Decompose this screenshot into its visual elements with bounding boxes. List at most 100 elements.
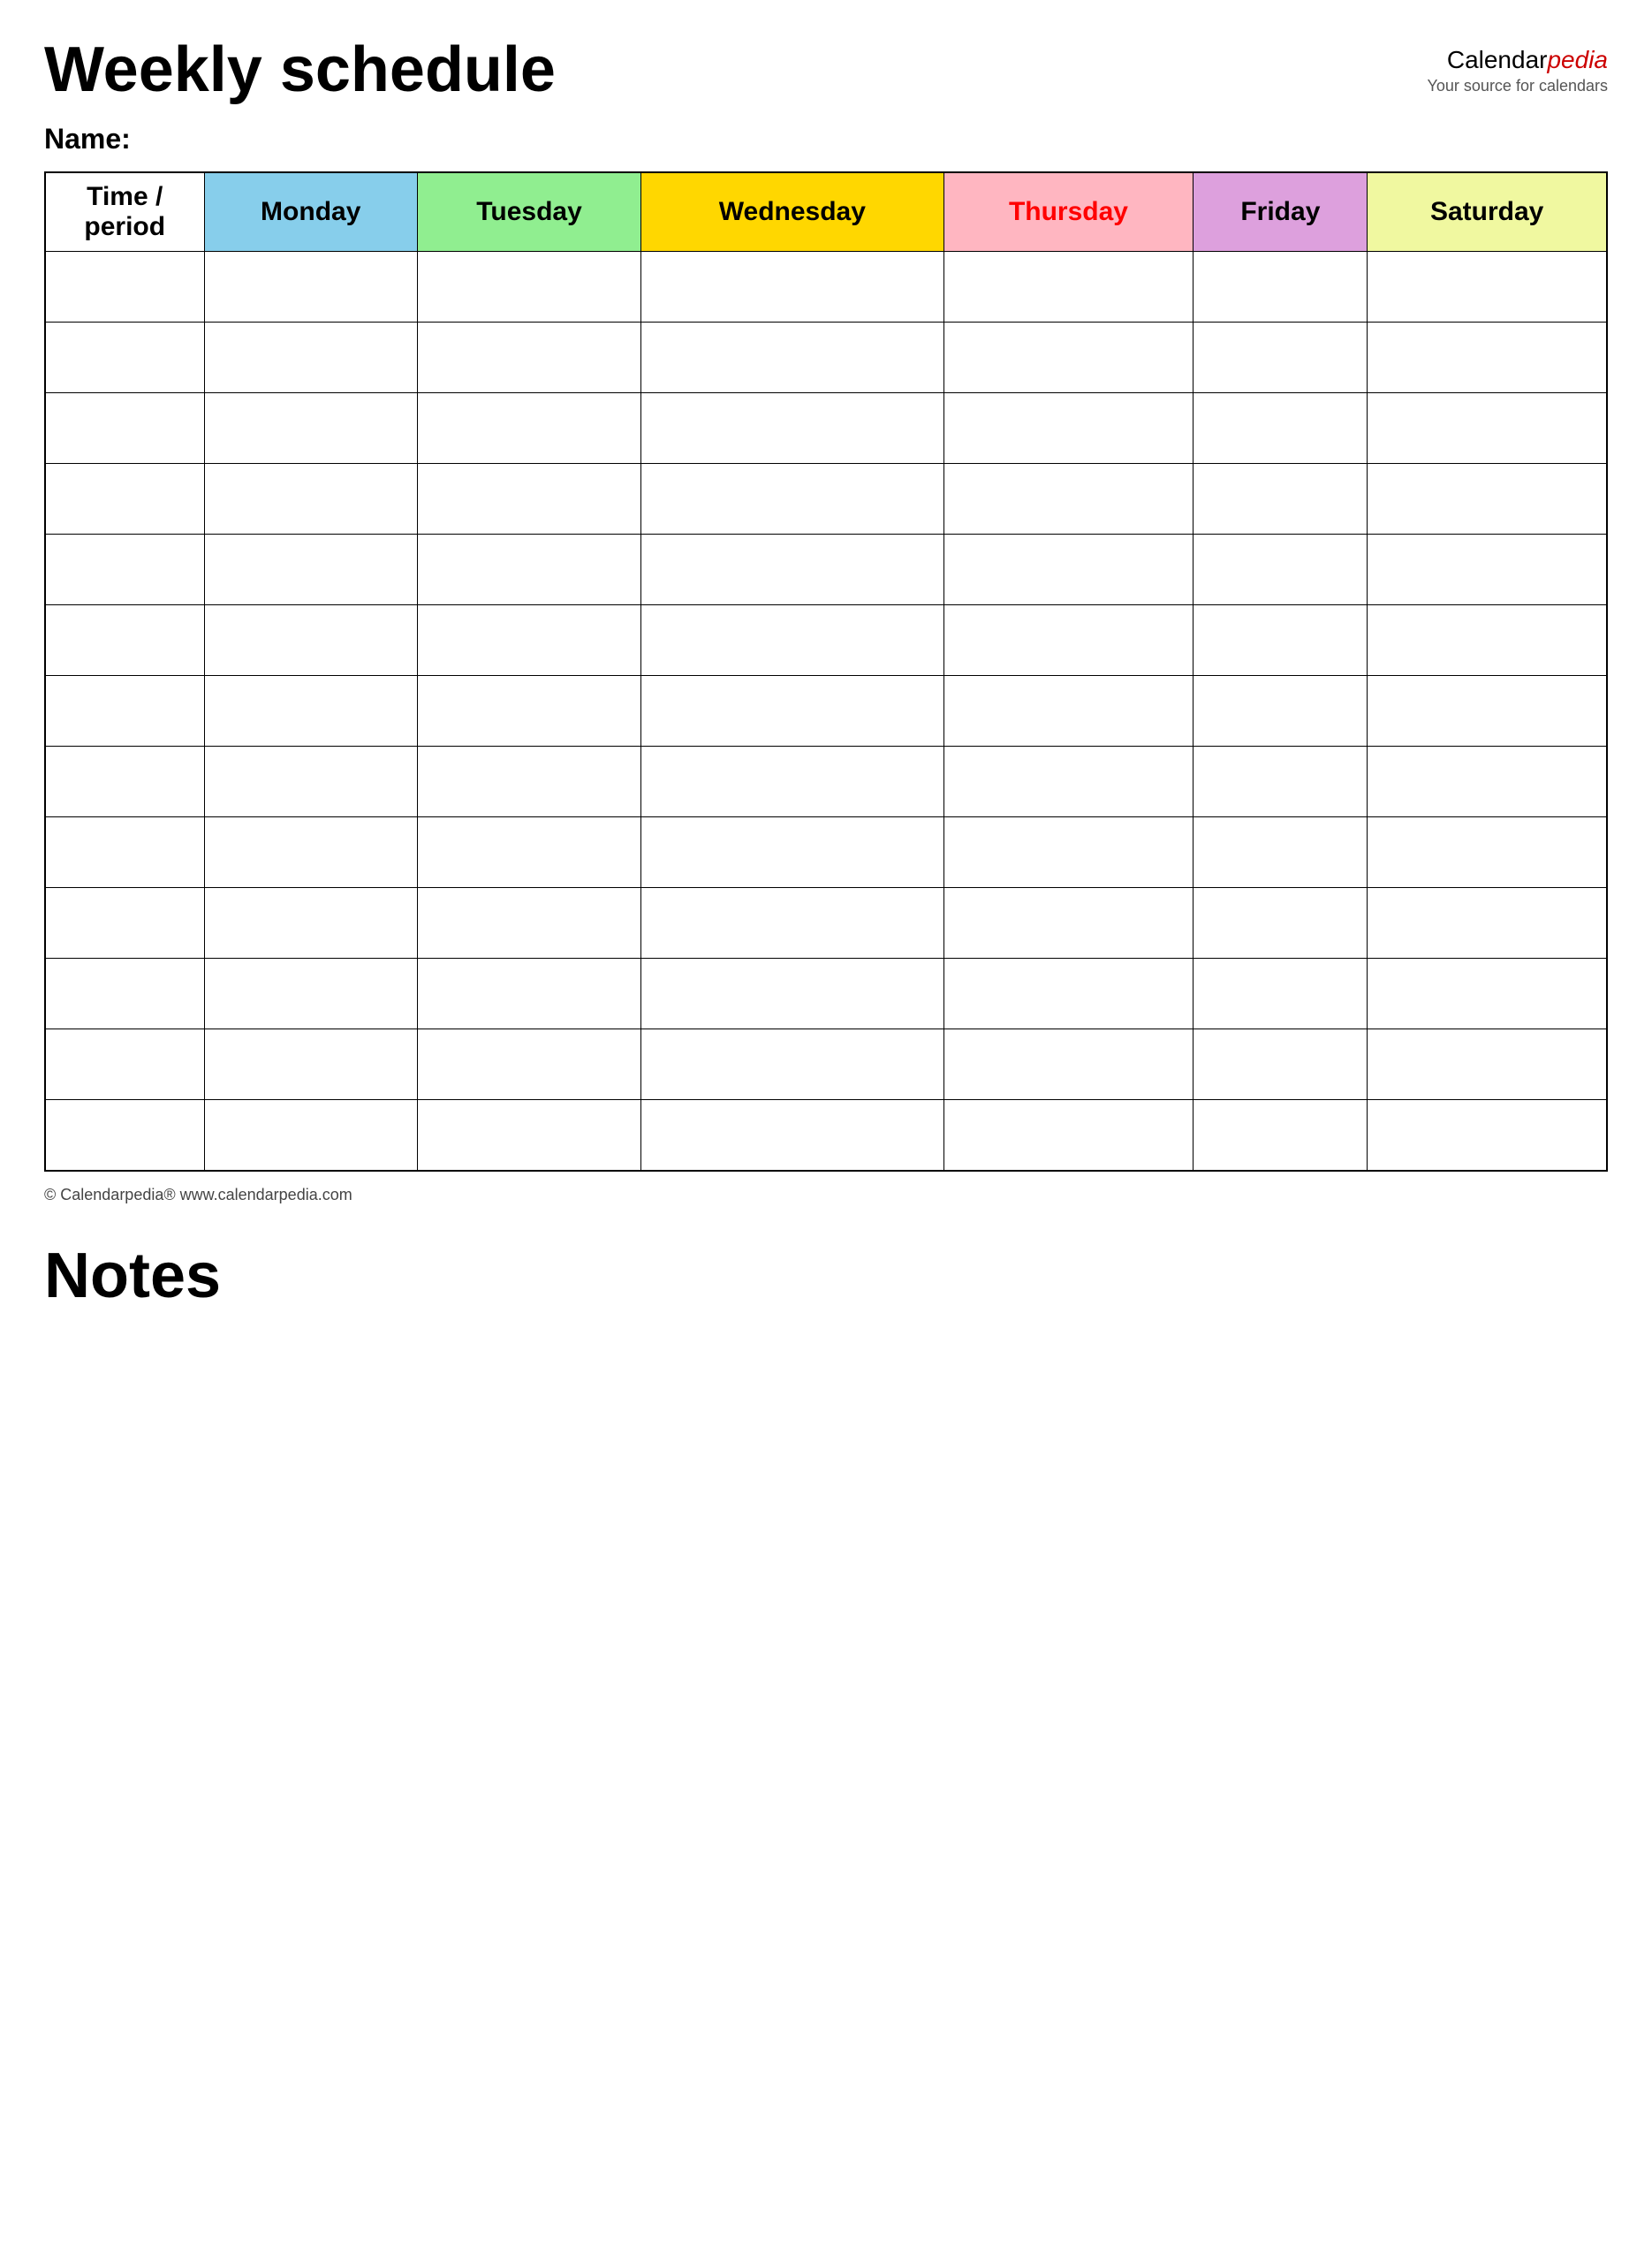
table-cell[interactable] [1368,252,1607,323]
copyright-text: © Calendarpedia® www.calendarpedia.com [44,1186,1608,1204]
table-cell[interactable] [1368,605,1607,676]
table-cell[interactable] [45,676,204,747]
table-cell[interactable] [1194,1100,1368,1171]
table-cell[interactable] [943,888,1194,959]
table-cell[interactable] [943,1100,1194,1171]
col-header-wednesday: Wednesday [641,172,943,252]
table-cell[interactable] [1368,676,1607,747]
table-cell[interactable] [204,535,417,605]
table-cell[interactable] [1194,605,1368,676]
table-cell[interactable] [641,817,943,888]
table-cell[interactable] [641,464,943,535]
table-cell[interactable] [641,323,943,393]
table-cell[interactable] [1368,464,1607,535]
table-cell[interactable] [417,817,640,888]
table-cell[interactable] [204,959,417,1029]
table-cell[interactable] [45,1100,204,1171]
table-cell[interactable] [641,393,943,464]
table-cell[interactable] [45,959,204,1029]
table-cell[interactable] [45,252,204,323]
table-cell[interactable] [1368,817,1607,888]
table-cell[interactable] [641,747,943,817]
brand-calendar: Calendar [1447,46,1548,73]
brand-tagline: Your source for calendars [1428,76,1608,96]
table-cell[interactable] [1194,464,1368,535]
table-cell[interactable] [45,464,204,535]
table-cell[interactable] [641,959,943,1029]
table-cell[interactable] [204,464,417,535]
table-cell[interactable] [1194,817,1368,888]
table-cell[interactable] [943,747,1194,817]
col-header-time: Time / period [45,172,204,252]
table-cell[interactable] [417,676,640,747]
table-cell[interactable] [1194,1029,1368,1100]
table-cell[interactable] [45,535,204,605]
table-cell[interactable] [417,535,640,605]
table-cell[interactable] [641,252,943,323]
table-cell[interactable] [641,888,943,959]
table-cell[interactable] [45,817,204,888]
table-row [45,1029,1607,1100]
table-cell[interactable] [1194,959,1368,1029]
table-cell[interactable] [204,323,417,393]
table-cell[interactable] [641,676,943,747]
table-cell[interactable] [204,393,417,464]
table-cell[interactable] [45,323,204,393]
table-cell[interactable] [641,535,943,605]
table-cell[interactable] [943,959,1194,1029]
table-cell[interactable] [943,1029,1194,1100]
table-cell[interactable] [204,676,417,747]
table-cell[interactable] [417,959,640,1029]
table-cell[interactable] [204,747,417,817]
table-cell[interactable] [417,393,640,464]
table-cell[interactable] [943,605,1194,676]
table-cell[interactable] [45,747,204,817]
table-cell[interactable] [417,1029,640,1100]
table-cell[interactable] [1194,393,1368,464]
table-cell[interactable] [1368,393,1607,464]
table-cell[interactable] [943,535,1194,605]
table-cell[interactable] [1368,959,1607,1029]
table-cell[interactable] [45,1029,204,1100]
table-cell[interactable] [417,323,640,393]
table-cell[interactable] [943,323,1194,393]
table-cell[interactable] [943,393,1194,464]
table-cell[interactable] [1194,676,1368,747]
table-cell[interactable] [417,464,640,535]
table-cell[interactable] [1194,747,1368,817]
table-cell[interactable] [45,605,204,676]
table-cell[interactable] [204,1100,417,1171]
table-cell[interactable] [641,1100,943,1171]
table-cell[interactable] [943,817,1194,888]
table-cell[interactable] [1368,323,1607,393]
table-cell[interactable] [204,605,417,676]
table-cell[interactable] [1368,1100,1607,1171]
table-cell[interactable] [641,1029,943,1100]
table-cell[interactable] [204,817,417,888]
table-cell[interactable] [1194,535,1368,605]
table-cell[interactable] [417,888,640,959]
table-cell[interactable] [45,393,204,464]
table-cell[interactable] [1368,888,1607,959]
table-cell[interactable] [641,605,943,676]
table-cell[interactable] [45,888,204,959]
table-cell[interactable] [204,888,417,959]
table-cell[interactable] [943,676,1194,747]
table-cell[interactable] [1368,1029,1607,1100]
table-cell[interactable] [417,252,640,323]
table-cell[interactable] [417,747,640,817]
table-cell[interactable] [1194,252,1368,323]
table-cell[interactable] [417,1100,640,1171]
table-row [45,959,1607,1029]
table-cell[interactable] [1194,888,1368,959]
table-cell[interactable] [204,252,417,323]
table-cell[interactable] [417,605,640,676]
table-cell[interactable] [943,464,1194,535]
table-cell[interactable] [1194,323,1368,393]
table-cell[interactable] [1368,747,1607,817]
col-header-tuesday: Tuesday [417,172,640,252]
table-cell[interactable] [1368,535,1607,605]
table-header-row: Time / period Monday Tuesday Wednesday T… [45,172,1607,252]
table-cell[interactable] [943,252,1194,323]
table-cell[interactable] [204,1029,417,1100]
